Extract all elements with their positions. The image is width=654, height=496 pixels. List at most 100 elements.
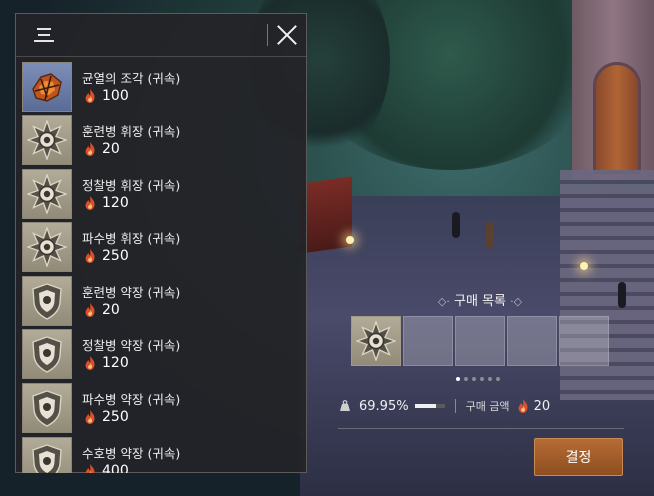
- list-item[interactable]: 균열의 조각 (귀속) 100: [22, 61, 304, 112]
- weight-percent: 69.95%: [359, 398, 409, 414]
- list-item[interactable]: 파수병 약장 (귀속) 250: [22, 383, 304, 434]
- purchase-slot-empty[interactable]: [507, 316, 557, 366]
- purchase-slot-empty[interactable]: [455, 316, 505, 366]
- item-info: 수호병 약장 (귀속) 400: [82, 445, 180, 473]
- item-thumbnail: [22, 222, 72, 273]
- wooden-door: [593, 62, 641, 174]
- list-item[interactable]: 파수병 휘장 (귀속) 250: [22, 222, 304, 273]
- item-price: 120: [82, 195, 180, 211]
- shield-badge-icon: [27, 388, 67, 428]
- shop-item-panel: 균열의 조각 (귀속) 100 훈련병 휘장 (귀속) 20 정찰병 휘장 (귀속) 12…: [15, 13, 307, 473]
- item-thumbnail: [22, 115, 72, 166]
- hamburger-icon[interactable]: [34, 25, 54, 45]
- currency-icon: [82, 409, 98, 425]
- page-indicator: [456, 377, 500, 381]
- purchase-cost-label: 구매 금액: [465, 400, 510, 413]
- star-emblem-icon: [27, 227, 67, 268]
- page-dot[interactable]: [456, 377, 460, 381]
- purchase-stats: 69.95% 구매 금액 20: [338, 396, 624, 416]
- npc-figure[interactable]: [486, 222, 494, 248]
- page-dot[interactable]: [472, 377, 476, 381]
- item-price: 20: [82, 302, 180, 318]
- item-info: 균열의 조각 (귀속) 100: [82, 70, 180, 104]
- item-price-value: 100: [102, 87, 129, 104]
- item-thumbnail: [22, 168, 72, 219]
- item-name: 수호병 약장 (귀속): [82, 445, 181, 461]
- weight-bar-fill: [414, 404, 436, 408]
- purchase-list-title: ◇· 구매 목록 ·◇: [410, 290, 550, 309]
- purchase-slot-empty[interactable]: [403, 316, 453, 366]
- page-dot[interactable]: [464, 377, 468, 381]
- item-info: 정찰병 휘장 (귀속) 120: [82, 177, 180, 211]
- rift-fragment-icon: [27, 67, 67, 107]
- item-name: 파수병 약장 (귀속): [82, 392, 181, 408]
- list-item[interactable]: 정찰병 휘장 (귀속) 120: [22, 168, 304, 219]
- item-price-value: 250: [102, 248, 129, 265]
- item-info: 정찰병 약장 (귀속) 120: [82, 337, 180, 371]
- star-emblem-icon: [27, 120, 67, 161]
- item-name: 정찰병 약장 (귀속): [82, 338, 181, 354]
- list-item[interactable]: 수호병 약장 (귀속) 400: [22, 436, 304, 473]
- item-name: 정찰병 휘장 (귀속): [82, 177, 181, 193]
- item-price: 120: [82, 355, 180, 371]
- item-info: 훈련병 휘장 (귀속) 20: [82, 123, 180, 157]
- confirm-button[interactable]: 결정: [534, 438, 623, 476]
- item-list[interactable]: 균열의 조각 (귀속) 100 훈련병 휘장 (귀속) 20 정찰병 휘장 (귀속) 12…: [22, 61, 304, 473]
- currency-icon: [82, 141, 98, 157]
- diamond-ornament-icon: ◇·: [437, 295, 450, 308]
- item-info: 훈련병 약장 (귀속) 20: [82, 284, 180, 318]
- page-dot[interactable]: [480, 377, 484, 381]
- item-thumbnail: [22, 436, 72, 473]
- divider: [338, 428, 624, 429]
- purchase-cost-value: 20: [533, 398, 551, 414]
- shield-badge-icon: [27, 281, 67, 321]
- npc-figure[interactable]: [452, 212, 460, 238]
- currency-icon: [82, 463, 98, 473]
- shield-badge-icon: [27, 442, 67, 473]
- npc-figure[interactable]: [618, 282, 626, 308]
- item-thumbnail: [22, 383, 72, 434]
- panel-header: [16, 14, 306, 57]
- red-cart: [300, 176, 352, 254]
- page-dot[interactable]: [496, 377, 500, 381]
- header-divider: [267, 24, 268, 46]
- item-thumbnail: [22, 61, 72, 112]
- lamp-light: [580, 262, 588, 270]
- item-price: 250: [82, 248, 180, 264]
- list-item[interactable]: 정찰병 약장 (귀속) 120: [22, 329, 304, 380]
- item-name: 파수병 휘장 (귀속): [82, 231, 181, 247]
- list-item[interactable]: 훈련병 휘장 (귀속) 20: [22, 115, 304, 166]
- purchase-list-label: 구매 목록: [454, 294, 506, 309]
- item-price-value: 120: [102, 194, 129, 211]
- item-thumbnail: [22, 275, 72, 326]
- item-info: 파수병 약장 (귀속) 250: [82, 391, 180, 425]
- currency-icon: [82, 248, 98, 264]
- currency-icon: [82, 302, 98, 318]
- item-price-value: 120: [102, 355, 129, 372]
- item-price-value: 20: [102, 141, 120, 158]
- item-price: 100: [82, 88, 180, 104]
- item-name: 균열의 조각 (귀속): [82, 70, 181, 86]
- item-name: 훈련병 휘장 (귀속): [82, 124, 181, 140]
- item-info: 파수병 휘장 (귀속) 250: [82, 230, 180, 264]
- star-emblem-icon: [27, 173, 67, 214]
- item-price: 250: [82, 409, 180, 425]
- close-icon[interactable]: [276, 24, 298, 46]
- item-price: 400: [82, 463, 180, 473]
- list-item[interactable]: 훈련병 약장 (귀속) 20: [22, 275, 304, 326]
- currency-icon: [82, 195, 98, 211]
- lamp-light: [346, 236, 354, 244]
- item-thumbnail: [22, 329, 72, 380]
- purchase-slot-filled[interactable]: [351, 316, 401, 366]
- purchase-slot-empty[interactable]: [559, 316, 609, 366]
- page-dot[interactable]: [488, 377, 492, 381]
- purchase-slots: [351, 316, 609, 366]
- item-price: 20: [82, 141, 180, 157]
- item-price-value: 20: [102, 301, 120, 318]
- currency-icon: [515, 398, 531, 414]
- weight-bar: [414, 404, 445, 408]
- item-price-value: 250: [102, 409, 129, 426]
- currency-icon: [82, 88, 98, 104]
- shield-badge-icon: [27, 334, 67, 374]
- diamond-ornament-icon: ·◇: [510, 295, 523, 308]
